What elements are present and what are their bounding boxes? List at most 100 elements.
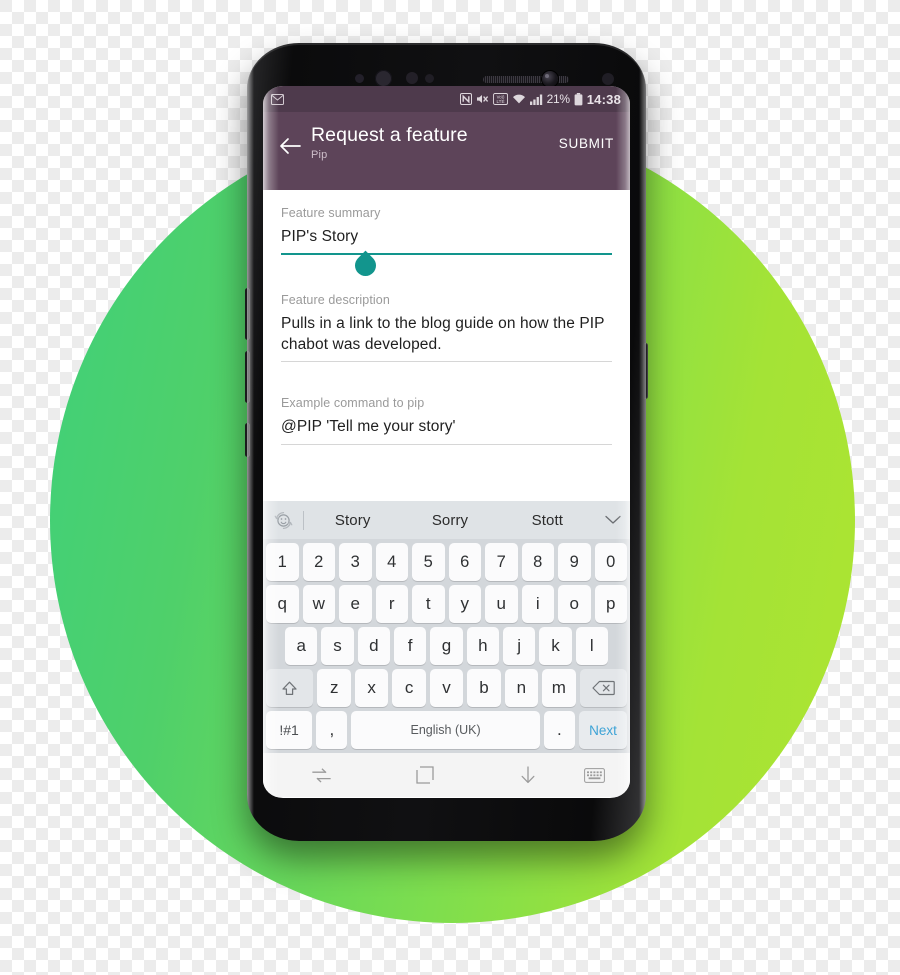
light-sensor-icon [406, 72, 418, 84]
key-a[interactable]: a [285, 627, 318, 665]
key-h[interactable]: h [466, 627, 499, 665]
key-7[interactable]: 7 [485, 543, 518, 581]
key-p[interactable]: p [594, 585, 627, 623]
power-button[interactable] [643, 343, 648, 399]
key-z[interactable]: z [317, 669, 351, 707]
on-screen-keyboard: Story Sorry Stott 1 2 3 4 5 6 7 8 9 0 q … [263, 501, 630, 753]
key-b[interactable]: b [467, 669, 501, 707]
feature-request-form: Feature summary PIP's Story Feature desc… [263, 190, 630, 501]
battery-percent: 21% [546, 92, 570, 106]
key-r[interactable]: r [375, 585, 408, 623]
key-l[interactable]: l [575, 627, 608, 665]
key-y[interactable]: y [448, 585, 481, 623]
suggestion-2[interactable]: Stott [499, 512, 596, 529]
led-indicator-icon [425, 74, 434, 83]
submit-button[interactable]: SUBMIT [555, 133, 618, 154]
phone-device: Vo)) LTE 21% 14:38 Request a feature Pip… [245, 43, 648, 841]
keyboard-row-bottom: z x c v b n m [263, 665, 630, 707]
key-c[interactable]: c [392, 669, 426, 707]
keyboard-icon[interactable] [572, 767, 616, 783]
field-label: Example command to pip [281, 396, 425, 411]
nfc-icon [459, 93, 472, 105]
example-command-input[interactable]: @PIP 'Tell me your story' [281, 410, 612, 443]
shift-icon[interactable] [265, 669, 314, 707]
period-key[interactable]: . [543, 711, 576, 749]
field-underline [281, 443, 612, 445]
key-o[interactable]: o [558, 585, 591, 623]
key-3[interactable]: 3 [339, 543, 372, 581]
mail-icon [271, 93, 284, 105]
mute-icon [476, 93, 489, 105]
page-title: Request a feature [311, 124, 468, 146]
feature-summary-input[interactable]: PIP's Story [281, 220, 612, 253]
field-label: Feature description [281, 293, 390, 308]
suggestion-1[interactable]: Sorry [401, 512, 498, 529]
next-key[interactable]: Next [579, 711, 627, 749]
assistant-button[interactable] [245, 423, 250, 457]
phone-screen: Vo)) LTE 21% 14:38 Request a feature Pip… [263, 86, 630, 798]
key-v[interactable]: v [429, 669, 464, 707]
front-camera-icon [542, 71, 558, 87]
field-feature-summary[interactable]: Feature summary PIP's Story [281, 206, 612, 281]
key-t[interactable]: t [412, 585, 445, 623]
battery-icon [574, 92, 583, 106]
aux-sensor-icon [602, 73, 614, 85]
suggestion-0[interactable]: Story [304, 512, 401, 529]
key-m[interactable]: m [542, 669, 576, 707]
key-s[interactable]: s [321, 627, 354, 665]
svg-text:LTE: LTE [496, 99, 504, 104]
key-j[interactable]: j [502, 627, 536, 665]
key-q[interactable]: q [266, 585, 299, 623]
signal-icon [529, 93, 543, 105]
field-underline [281, 361, 612, 363]
key-0[interactable]: 0 [594, 543, 627, 581]
key-w[interactable]: w [302, 585, 335, 623]
clock: 14:38 [586, 91, 621, 107]
key-5[interactable]: 5 [412, 543, 445, 581]
comma-key[interactable]: , [316, 711, 348, 749]
field-underline-active [281, 253, 612, 256]
recents-icon[interactable] [277, 767, 366, 783]
key-f[interactable]: f [394, 627, 427, 665]
proximity-sensor-icon [355, 74, 364, 83]
system-navigation-bar [263, 753, 630, 797]
key-k[interactable]: k [539, 627, 572, 665]
keyboard-row-numbers: 1 2 3 4 5 6 7 8 9 0 [263, 539, 630, 581]
app-bar-titles: Request a feature Pip [311, 124, 555, 161]
key-6[interactable]: 6 [448, 543, 481, 581]
key-1[interactable]: 1 [266, 543, 299, 581]
backspace-icon[interactable] [579, 669, 628, 707]
key-8[interactable]: 8 [521, 543, 554, 581]
keyboard-row-qwerty: q w e r t y u i o p [263, 581, 630, 623]
text-select-handle[interactable] [350, 251, 381, 281]
field-feature-description[interactable]: Feature description Pulls in a link to t… [281, 293, 612, 363]
volte-icon: Vo)) LTE [492, 93, 508, 105]
field-example-command[interactable]: Example command to pip @PIP 'Tell me you… [281, 396, 612, 445]
down-arrow-icon[interactable] [484, 766, 573, 784]
key-e[interactable]: e [339, 585, 372, 623]
key-n[interactable]: n [504, 669, 539, 707]
emoji-rotate-icon[interactable] [263, 510, 303, 531]
key-u[interactable]: u [485, 585, 518, 623]
key-g[interactable]: g [430, 627, 463, 665]
feature-description-input[interactable]: Pulls in a link to the blog guide on how… [281, 307, 612, 361]
key-9[interactable]: 9 [558, 543, 591, 581]
volume-down-button[interactable] [245, 351, 250, 403]
volume-up-button[interactable] [245, 288, 250, 340]
key-d[interactable]: d [357, 627, 390, 665]
home-icon[interactable] [366, 766, 484, 784]
wifi-icon [512, 93, 526, 105]
space-key[interactable]: English (UK) [351, 711, 540, 749]
suggestion-bar: Story Sorry Stott [263, 501, 630, 539]
key-x[interactable]: x [354, 669, 389, 707]
page-subtitle: Pip [311, 149, 328, 162]
iris-scanner-icon [375, 70, 392, 87]
key-i[interactable]: i [521, 585, 554, 623]
keyboard-row-space: !#1 , English (UK) . Next [263, 707, 630, 749]
back-arrow-icon[interactable] [273, 129, 307, 163]
status-bar: Vo)) LTE 21% 14:38 [263, 86, 630, 112]
symbols-key[interactable]: !#1 [266, 711, 313, 749]
key-2[interactable]: 2 [302, 543, 335, 581]
key-4[interactable]: 4 [375, 543, 408, 581]
chevron-down-icon[interactable] [596, 515, 630, 525]
